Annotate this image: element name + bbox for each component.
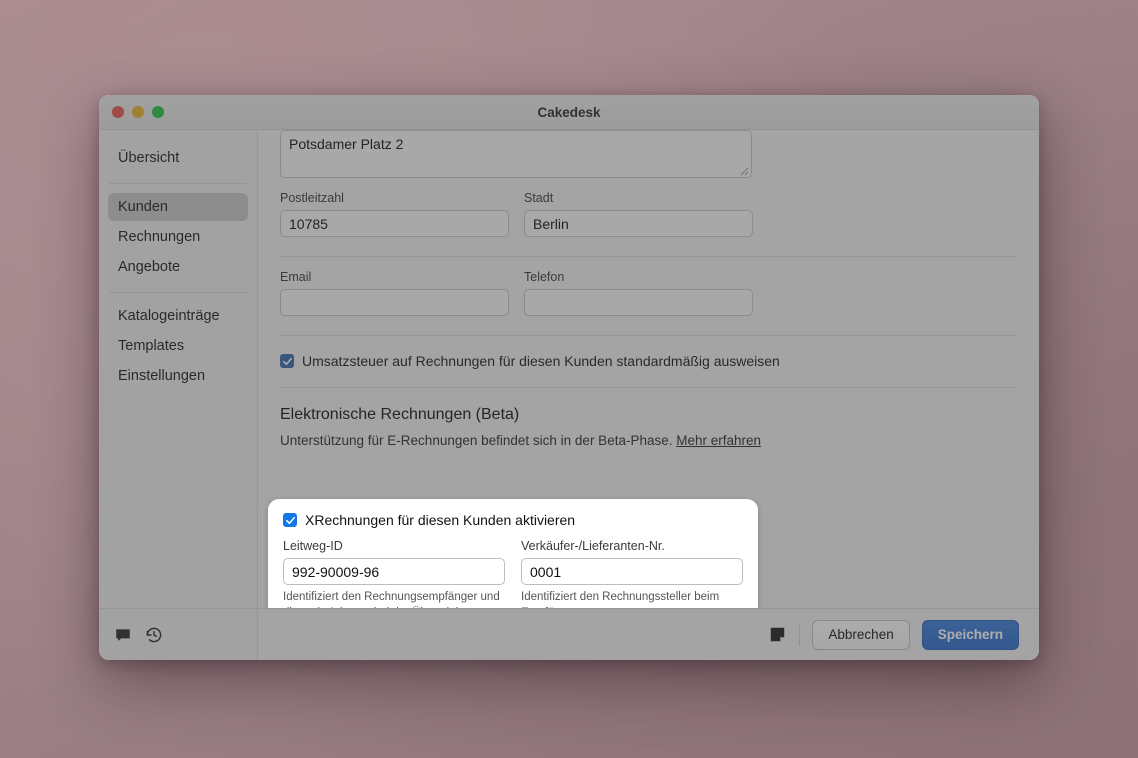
note-icon[interactable]	[768, 625, 787, 644]
city-input[interactable]	[524, 210, 753, 237]
window-title: Cakedesk	[99, 105, 1039, 120]
history-icon[interactable]	[145, 626, 163, 644]
einvoice-section: Elektronische Rechnungen (Beta) Unterstü…	[280, 406, 1017, 448]
resize-handle-icon[interactable]	[739, 166, 749, 176]
sidebar-item-katalogeintraege[interactable]: Katalogeinträge	[108, 302, 248, 330]
supplier-hint: Identifiziert den Rechnungssteller beim …	[521, 590, 743, 608]
save-button[interactable]: Speichern	[922, 620, 1019, 650]
einvoice-title: Elektronische Rechnungen (Beta)	[280, 406, 1017, 424]
sidebar-item-templates[interactable]: Templates	[108, 332, 248, 360]
checkmark-icon	[282, 356, 293, 367]
postal-code-label: Postleitzahl	[280, 191, 509, 205]
window-controls[interactable]	[112, 106, 164, 118]
postal-field-group: Postleitzahl	[280, 191, 509, 237]
divider-contact	[280, 256, 1017, 257]
sidebar: Übersicht Kunden Rechnungen Angebote Kat…	[99, 130, 258, 660]
sidebar-item-kunden[interactable]: Kunden	[108, 193, 248, 221]
sidebar-footer	[99, 608, 257, 660]
app-window: Cakedesk Übersicht Kunden Rechnungen Ang…	[99, 95, 1039, 660]
vat-checkbox-label: Umsatzsteuer auf Rechnungen für diesen K…	[302, 353, 780, 369]
cancel-button[interactable]: Abbrechen	[812, 620, 909, 650]
checkmark-icon	[285, 515, 296, 526]
xrechnung-checkbox-row[interactable]: XRechnungen für diesen Kunden aktivieren	[283, 512, 743, 528]
supplier-number-input[interactable]	[521, 558, 743, 585]
sidebar-group-settings: Katalogeinträge Templates Einstellungen	[99, 302, 257, 392]
sidebar-group-overview: Übersicht	[99, 144, 257, 174]
city-field-group: Stadt	[524, 191, 753, 237]
phone-label: Telefon	[524, 270, 753, 284]
supplier-label: Verkäufer-/Lieferanten-Nr.	[521, 539, 743, 553]
window-titlebar[interactable]: Cakedesk	[99, 95, 1039, 130]
postal-code-input[interactable]	[280, 210, 509, 237]
comment-icon[interactable]	[114, 626, 132, 644]
leitweg-field-group: Leitweg-ID Identifiziert den Rechnungsem…	[283, 539, 505, 608]
address-value: Potsdamer Platz 2	[289, 136, 403, 152]
city-label: Stadt	[524, 191, 753, 205]
sidebar-item-rechnungen[interactable]: Rechnungen	[108, 223, 248, 251]
xrechnung-checkbox[interactable]	[283, 513, 297, 527]
vat-checkbox[interactable]	[280, 354, 294, 368]
sidebar-spacer	[99, 392, 257, 608]
phone-input[interactable]	[524, 289, 753, 316]
form-scroll-area[interactable]: Potsdamer Platz 2 Postleitzahl	[258, 130, 1039, 608]
einvoice-subtitle-text: Unterstützung für E-Rechnungen befindet …	[280, 433, 676, 448]
address-textarea[interactable]: Potsdamer Platz 2	[280, 130, 752, 178]
vat-checkbox-row[interactable]: Umsatzsteuer auf Rechnungen für diesen K…	[280, 353, 1017, 369]
desktop-background: Cakedesk Übersicht Kunden Rechnungen Ang…	[0, 0, 1138, 758]
phone-field-group: Telefon	[524, 270, 753, 316]
content-pane: Potsdamer Platz 2 Postleitzahl	[258, 130, 1039, 660]
sidebar-item-einstellungen[interactable]: Einstellungen	[108, 362, 248, 390]
mehr-erfahren-link[interactable]: Mehr erfahren	[676, 433, 761, 448]
email-label: Email	[280, 270, 509, 284]
divider-vat	[280, 335, 1017, 336]
window-body: Übersicht Kunden Rechnungen Angebote Kat…	[99, 130, 1039, 660]
leitweg-input[interactable]	[283, 558, 505, 585]
footer-divider	[799, 624, 800, 646]
einvoice-subtitle: Unterstützung für E-Rechnungen befindet …	[280, 433, 1017, 448]
email-field-group: Email	[280, 270, 509, 316]
postal-city-row: Postleitzahl Stadt	[280, 191, 1017, 237]
sidebar-item-angebote[interactable]: Angebote	[108, 253, 248, 281]
supplier-field-group: Verkäufer-/Lieferanten-Nr. Identifiziert…	[521, 539, 743, 608]
footer-action-bar: Abbrechen Speichern	[258, 608, 1039, 660]
sidebar-divider-2	[109, 292, 247, 293]
minimize-button[interactable]	[132, 106, 144, 118]
sidebar-item-uebersicht[interactable]: Übersicht	[108, 144, 248, 172]
divider-einvoice	[280, 387, 1017, 388]
sidebar-divider-1	[109, 183, 247, 184]
close-button[interactable]	[112, 106, 124, 118]
email-input[interactable]	[280, 289, 509, 316]
sidebar-group-documents: Kunden Rechnungen Angebote	[99, 193, 257, 283]
leitweg-label: Leitweg-ID	[283, 539, 505, 553]
xrechnung-fields-row: Leitweg-ID Identifiziert den Rechnungsem…	[283, 539, 743, 608]
email-phone-row: Email Telefon	[280, 270, 1017, 316]
leitweg-hint: Identifiziert den Rechnungsempfänger und…	[283, 590, 505, 608]
zoom-button[interactable]	[152, 106, 164, 118]
xrechnung-checkbox-label: XRechnungen für diesen Kunden aktivieren	[305, 512, 575, 528]
xrechnung-highlight-card: XRechnungen für diesen Kunden aktivieren…	[268, 499, 758, 608]
